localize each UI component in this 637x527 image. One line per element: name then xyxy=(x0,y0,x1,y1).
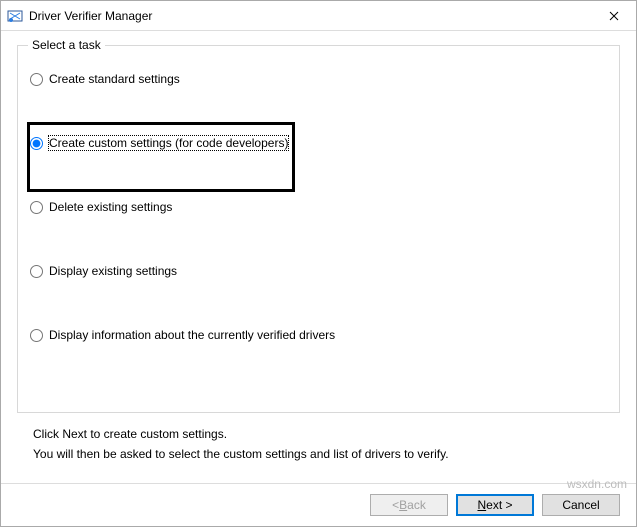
radio-delete-existing[interactable]: Delete existing settings xyxy=(30,200,607,214)
task-groupbox: Select a task Create standard settings C… xyxy=(17,45,620,413)
radio-label: Display information about the currently … xyxy=(49,328,335,342)
radio-label: Display existing settings xyxy=(49,264,177,278)
window-title: Driver Verifier Manager xyxy=(29,9,591,23)
instruction-line-1: Click Next to create custom settings. xyxy=(33,427,604,441)
next-button[interactable]: Next > xyxy=(456,494,534,516)
radio-label: Create standard settings xyxy=(49,72,180,86)
groupbox-legend: Select a task xyxy=(28,38,105,52)
window: Driver Verifier Manager Select a task Cr… xyxy=(0,0,637,527)
app-icon xyxy=(7,8,23,24)
radio-create-custom[interactable]: Create custom settings (for code develop… xyxy=(30,136,607,150)
radio-create-standard[interactable]: Create standard settings xyxy=(30,72,607,86)
radio-display-existing[interactable]: Display existing settings xyxy=(30,264,607,278)
titlebar: Driver Verifier Manager xyxy=(1,1,636,31)
cancel-button[interactable]: Cancel xyxy=(542,494,620,516)
instruction-line-2: You will then be asked to select the cus… xyxy=(33,447,604,461)
close-icon xyxy=(609,11,619,21)
radio-input-create-custom[interactable] xyxy=(30,137,43,150)
radio-label: Create custom settings (for code develop… xyxy=(49,136,288,150)
close-button[interactable] xyxy=(591,1,636,31)
footer: < Back Next > Cancel xyxy=(1,483,636,526)
radio-input-display-info[interactable] xyxy=(30,329,43,342)
radio-input-create-standard[interactable] xyxy=(30,73,43,86)
radio-input-display-existing[interactable] xyxy=(30,265,43,278)
content-area: Select a task Create standard settings C… xyxy=(1,31,636,483)
radio-input-delete-existing[interactable] xyxy=(30,201,43,214)
back-button: < Back xyxy=(370,494,448,516)
radio-display-info[interactable]: Display information about the currently … xyxy=(30,328,607,342)
instructions: Click Next to create custom settings. Yo… xyxy=(17,413,620,483)
radio-label: Delete existing settings xyxy=(49,200,172,214)
